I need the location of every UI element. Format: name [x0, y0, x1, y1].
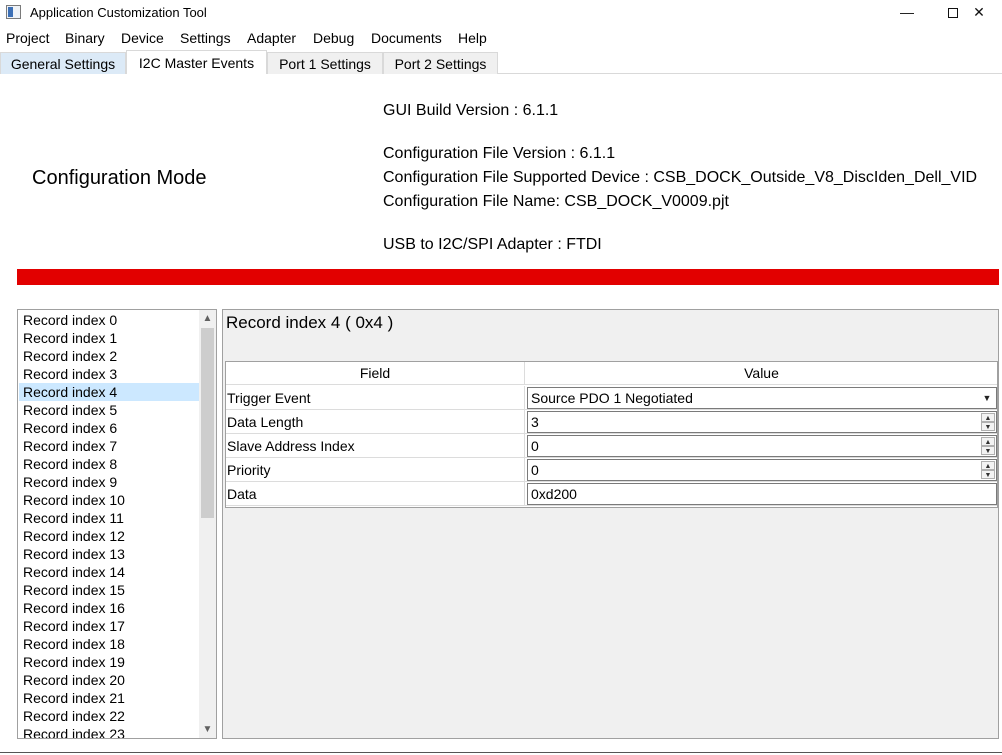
record-list-item[interactable]: Record index 17 — [19, 617, 199, 635]
value-spinbox[interactable]: 3 ▲ ▼ — [527, 411, 997, 433]
scroll-down-icon[interactable]: ▼ — [199, 721, 216, 738]
menu-documents[interactable]: Documents — [371, 30, 442, 46]
config-file-name: Configuration File Name: CSB_DOCK_V0009.… — [383, 193, 729, 210]
record-list-item[interactable]: Record index 16 — [19, 599, 199, 617]
window-bottom-border — [0, 752, 1002, 753]
menu-settings[interactable]: Settings — [180, 30, 231, 46]
record-list-item[interactable]: Record index 2 — [19, 347, 199, 365]
field-value-text: Source PDO 1 Negotiated — [531, 390, 693, 406]
scroll-up-icon[interactable]: ▲ — [199, 310, 216, 327]
record-list-item[interactable]: Record index 15 — [19, 581, 199, 599]
trigger-event-dropdown[interactable]: Source PDO 1 Negotiated ▼ — [527, 387, 997, 409]
list-scrollbar[interactable]: ▲ ▼ — [199, 310, 216, 738]
record-list-item[interactable]: Record index 10 — [19, 491, 199, 509]
spin-up-icon[interactable]: ▲ — [981, 413, 995, 422]
grid-row: Slave Address Index 0 ▲ ▼ — [226, 434, 997, 458]
spin-down-icon[interactable]: ▼ — [981, 422, 995, 431]
record-list-item[interactable]: Record index 5 — [19, 401, 199, 419]
menu-device[interactable]: Device — [121, 30, 164, 46]
tab-bar: General Settings I2C Master Events Port … — [0, 50, 1002, 74]
record-list-item[interactable]: Record index 13 — [19, 545, 199, 563]
record-list-item[interactable]: Record index 22 — [19, 707, 199, 725]
gui-build-version: GUI Build Version : 6.1.1 — [383, 102, 559, 119]
record-list-item[interactable]: Record index 20 — [19, 671, 199, 689]
field-label: Priority — [226, 458, 525, 482]
record-list-item[interactable]: Record index 6 — [19, 419, 199, 437]
tab-general-settings[interactable]: General Settings — [0, 52, 126, 74]
spin-up-icon[interactable]: ▲ — [981, 461, 995, 470]
config-file-version: Configuration File Version : 6.1.1 — [383, 145, 616, 162]
field-column-header: Field — [226, 362, 525, 385]
field-value-text: 3 — [531, 414, 539, 430]
record-list-item[interactable]: Record index 8 — [19, 455, 199, 473]
grid-row: Data 0xd200 — [226, 482, 997, 506]
value-spinbox[interactable]: 0 ▲ ▼ — [527, 435, 997, 457]
field-grid: Field Value Trigger Event Source PDO 1 Ne… — [225, 361, 998, 508]
tab-i2c-master-events[interactable]: I2C Master Events — [126, 50, 267, 74]
menu-help[interactable]: Help — [458, 30, 487, 46]
field-label: Trigger Event — [226, 386, 525, 410]
record-list-item[interactable]: Record index 4 — [19, 383, 199, 401]
spin-up-icon[interactable]: ▲ — [981, 437, 995, 446]
field-label: Data Length — [226, 410, 525, 434]
record-list-item[interactable]: Record index 19 — [19, 653, 199, 671]
spin-control: ▲ ▼ — [981, 461, 995, 479]
scroll-thumb[interactable] — [201, 328, 214, 518]
menu-debug[interactable]: Debug — [313, 30, 354, 46]
record-list-item[interactable]: Record index 3 — [19, 365, 199, 383]
grid-row: Priority 0 ▲ ▼ — [226, 458, 997, 482]
record-list-item[interactable]: Record index 0 — [19, 311, 199, 329]
record-list-item[interactable]: Record index 12 — [19, 527, 199, 545]
minimize-button[interactable]: — — [884, 0, 930, 26]
config-supported-device: Configuration File Supported Device : CS… — [383, 169, 978, 186]
app-icon — [6, 5, 21, 19]
field-value-text: 0 — [531, 438, 539, 454]
tab-port-2-settings[interactable]: Port 2 Settings — [383, 52, 498, 74]
status-bar — [17, 269, 999, 285]
spin-down-icon[interactable]: ▼ — [981, 446, 995, 455]
title-bar: Application Customization Tool — ✕ — [0, 0, 1002, 26]
record-list-item[interactable]: Record index 21 — [19, 689, 199, 707]
chevron-down-icon[interactable]: ▼ — [979, 389, 995, 407]
menu-bar: Project Binary Device Settings Adapter D… — [0, 28, 1002, 48]
record-title: Record index 4 ( 0x4 ) — [226, 313, 394, 332]
menu-binary[interactable]: Binary — [65, 30, 105, 46]
field-label: Slave Address Index — [226, 434, 525, 458]
spin-down-icon[interactable]: ▼ — [981, 470, 995, 479]
window-title: Application Customization Tool — [30, 5, 207, 20]
value-column-header: Value — [744, 365, 779, 381]
menu-project[interactable]: Project — [6, 30, 50, 46]
menu-adapter[interactable]: Adapter — [247, 30, 296, 46]
spin-control: ▲ ▼ — [981, 437, 995, 455]
record-list-item[interactable]: Record index 23 — [19, 725, 199, 738]
record-detail-panel: Record index 4 ( 0x4 ) Field Value Trigg… — [222, 309, 999, 739]
data-input[interactable]: 0xd200 — [527, 483, 997, 505]
grid-header: Field Value — [226, 362, 997, 385]
grid-row: Trigger Event Source PDO 1 Negotiated ▼ — [226, 386, 997, 410]
spin-control: ▲ ▼ — [981, 413, 995, 431]
field-value-text: 0xd200 — [531, 486, 577, 502]
record-list-item[interactable]: Record index 9 — [19, 473, 199, 491]
field-label: Data — [226, 482, 525, 506]
record-list[interactable]: Record index 0 Record index 1 Record index… — [17, 309, 217, 739]
adapter-info: USB to I2C/SPI Adapter : FTDI — [383, 236, 602, 253]
field-value-text: 0 — [531, 462, 539, 478]
close-button[interactable]: ✕ — [956, 0, 1002, 26]
configuration-mode-label: Configuration Mode — [32, 167, 207, 189]
record-list-item[interactable]: Record index 7 — [19, 437, 199, 455]
tab-port-1-settings[interactable]: Port 1 Settings — [267, 52, 383, 74]
value-spinbox[interactable]: 0 ▲ ▼ — [527, 459, 997, 481]
record-list-item[interactable]: Record index 18 — [19, 635, 199, 653]
record-list-item[interactable]: Record index 1 — [19, 329, 199, 347]
grid-row: Data Length 3 ▲ ▼ — [226, 410, 997, 434]
record-list-item[interactable]: Record index 11 — [19, 509, 199, 527]
record-list-item[interactable]: Record index 14 — [19, 563, 199, 581]
